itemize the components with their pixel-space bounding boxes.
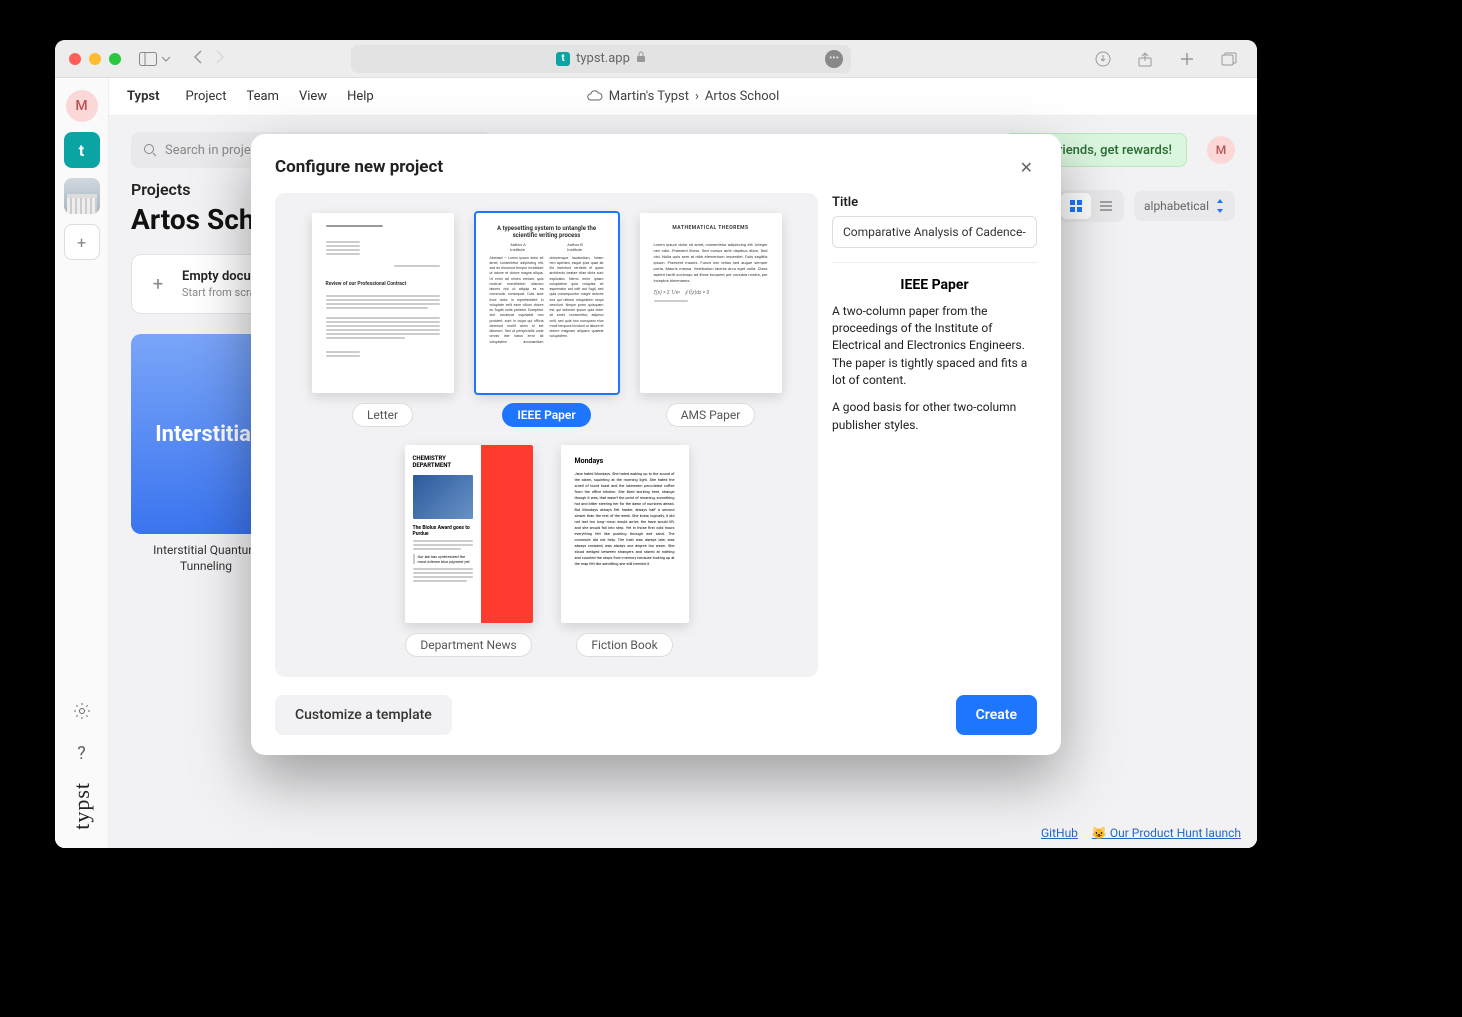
template-thumb-deptnews: CHEMISTRY DEPARTMENT The Biolux Award go… (405, 445, 533, 623)
selected-template-name: IEEE Paper (832, 277, 1037, 293)
menu-team[interactable]: Team (246, 89, 279, 104)
share-icon[interactable] (1131, 45, 1159, 73)
create-button[interactable]: Create (956, 695, 1037, 735)
workspace-tile-artos[interactable] (64, 178, 100, 214)
template-thumb-letter: Review of our Professional Contract (312, 213, 454, 393)
footer-links: GitHub 😺 Our Product Hunt launch (1041, 826, 1241, 840)
menu-help[interactable]: Help (347, 89, 374, 104)
list-view-button[interactable] (1091, 193, 1121, 219)
tab-overview-icon[interactable] (1215, 45, 1243, 73)
search-icon (143, 143, 157, 157)
customize-template-button[interactable]: Customize a template (275, 695, 452, 735)
modal-title: Configure new project (275, 157, 443, 177)
template-label-ams: AMS Paper (666, 403, 756, 427)
template-letter[interactable]: Review of our Professional Contract Lett (312, 213, 454, 427)
producthunt-link[interactable]: 😺 Our Product Hunt launch (1092, 826, 1241, 840)
user-avatar[interactable]: M (66, 90, 98, 122)
selected-template-desc: A two-column paper from the proceedings … (832, 303, 1037, 390)
window-minimize-button[interactable] (89, 53, 101, 65)
close-icon[interactable]: ✕ (1016, 154, 1037, 181)
modal-side-panel: Title IEEE Paper A two-column paper from… (832, 193, 1037, 677)
template-fiction[interactable]: Mondays Jane hated Mondays. She hated wa… (561, 445, 689, 657)
template-label-fiction: Fiction Book (576, 633, 672, 657)
download-icon[interactable] (1089, 45, 1117, 73)
add-workspace-button[interactable]: + (64, 224, 100, 260)
template-gallery: Review of our Professional Contract Lett (275, 193, 818, 677)
template-thumb-fiction: Mondays Jane hated Mondays. She hated wa… (561, 445, 689, 623)
window-close-button[interactable] (69, 53, 81, 65)
typst-logo: typst (69, 782, 95, 830)
url-bar[interactable]: t typst.app ••• (351, 45, 851, 73)
template-label-letter: Letter (352, 403, 413, 427)
breadcrumb-team[interactable]: Martin's Typst (609, 89, 689, 104)
github-link[interactable]: GitHub (1041, 826, 1078, 840)
url-host: typst.app (576, 51, 630, 66)
app-brand[interactable]: Typst (127, 89, 160, 104)
template-thumb-ieee: A typesetting system to untangle the sci… (476, 213, 618, 393)
browser-tab-bar: t typst.app ••• (55, 40, 1257, 78)
app-menu-bar: Typst Project Team View Help Martin's Ty… (109, 78, 1257, 116)
reader-mode-icon[interactable]: ••• (825, 50, 843, 68)
new-tab-icon[interactable] (1173, 45, 1201, 73)
template-dept-news[interactable]: CHEMISTRY DEPARTMENT The Biolux Award go… (405, 445, 533, 657)
cloud-icon (587, 89, 603, 105)
window-zoom-button[interactable] (109, 53, 121, 65)
selected-template-desc2: A good basis for other two-column publis… (832, 399, 1037, 434)
help-icon[interactable]: ? (77, 743, 86, 764)
traffic-lights (69, 53, 121, 65)
template-thumb-ams: MATHEMATICAL THEOREMS Lorem ipsum dolor … (640, 213, 782, 393)
sidebar-toggle[interactable] (139, 52, 171, 66)
nav-arrows (193, 49, 225, 68)
browser-window: t typst.app ••• M t + ? typst (55, 40, 1257, 848)
header-avatar[interactable]: M (1207, 136, 1235, 164)
breadcrumb: Martin's Typst › Artos School (587, 89, 780, 105)
workspace-tile-typst[interactable]: t (64, 132, 100, 168)
title-field-label: Title (832, 195, 1037, 210)
template-ieee[interactable]: A typesetting system to untangle the sci… (476, 213, 618, 427)
app-left-sidebar: M t + ? typst (55, 78, 109, 848)
settings-icon[interactable] (73, 702, 91, 725)
site-favicon: t (556, 52, 570, 66)
chevron-updown-icon (1215, 199, 1225, 213)
sort-select[interactable]: alphabetical (1134, 191, 1235, 221)
template-label-ieee: IEEE Paper (502, 403, 590, 427)
lock-icon (636, 51, 646, 67)
grid-view-button[interactable] (1061, 193, 1091, 219)
configure-project-modal: Configure new project ✕ (251, 134, 1061, 755)
plus-icon: + (146, 272, 170, 296)
template-label-deptnews: Department News (405, 633, 531, 657)
nav-forward-button[interactable] (215, 49, 225, 68)
menu-project[interactable]: Project (186, 89, 227, 104)
breadcrumb-project[interactable]: Artos School (705, 89, 779, 104)
nav-back-button[interactable] (193, 49, 203, 68)
menu-view[interactable]: View (299, 89, 327, 104)
title-input[interactable] (832, 216, 1037, 248)
breadcrumb-separator: › (695, 89, 699, 104)
template-ams[interactable]: MATHEMATICAL THEOREMS Lorem ipsum dolor … (640, 213, 782, 427)
